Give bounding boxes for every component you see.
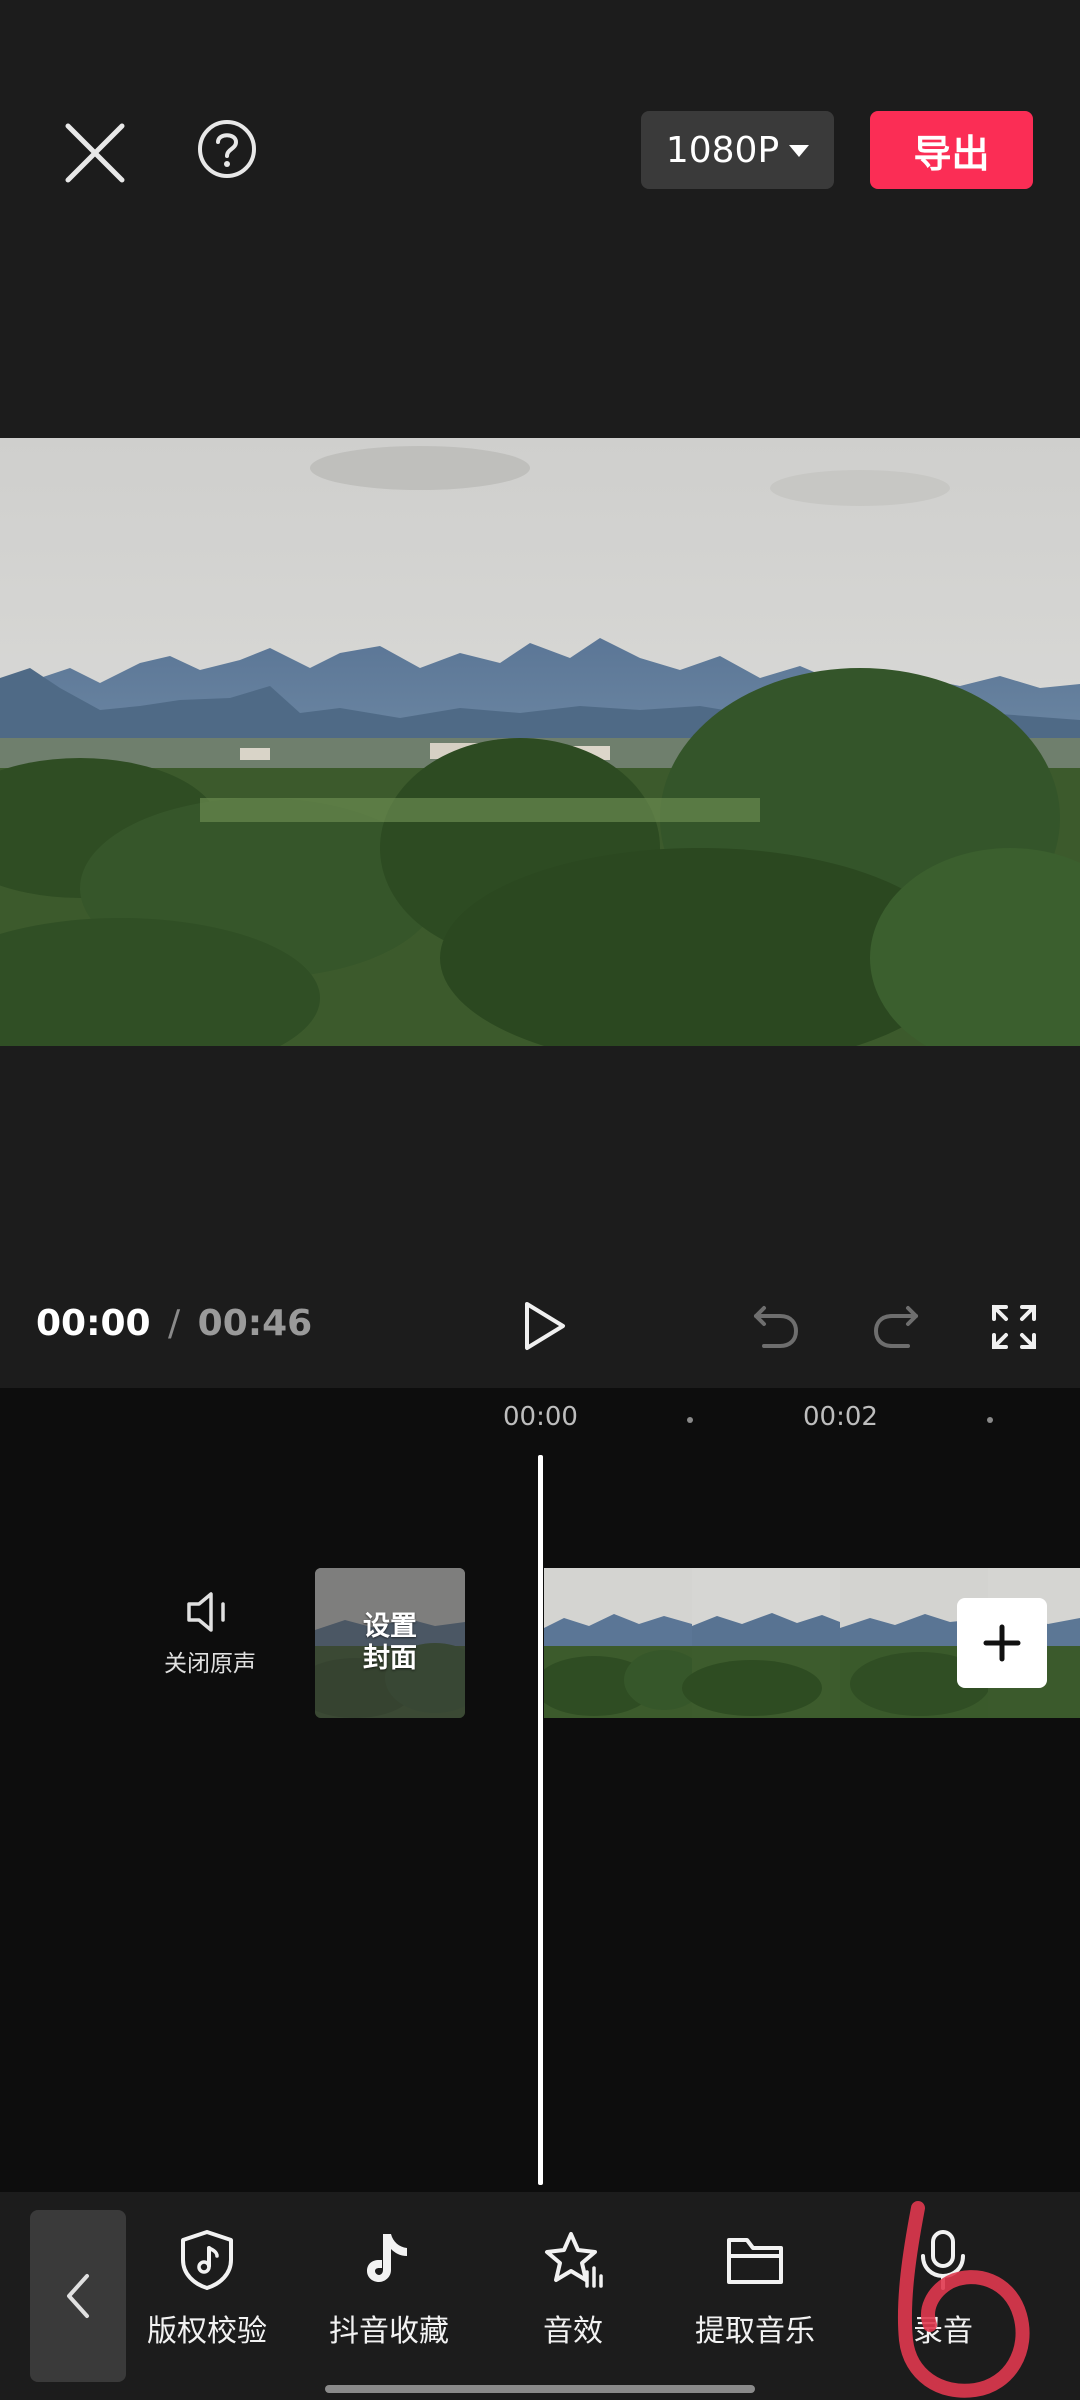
ruler-label: 00:02 bbox=[803, 1402, 878, 1432]
tool-label: 抖音收藏 bbox=[329, 2314, 449, 2349]
fullscreen-icon bbox=[992, 1305, 1036, 1349]
resolution-label: 1080P bbox=[665, 129, 780, 171]
tiktok-icon bbox=[367, 2234, 407, 2282]
close-button[interactable] bbox=[60, 118, 130, 188]
ruler-tick bbox=[987, 1417, 993, 1423]
shield-music-icon bbox=[181, 2230, 233, 2290]
mute-label: 关闭原声 bbox=[164, 1651, 256, 1677]
play-button[interactable] bbox=[515, 1298, 571, 1354]
fullscreen-button[interactable] bbox=[990, 1303, 1038, 1351]
chevron-down-icon bbox=[789, 145, 810, 157]
chevron-left-icon bbox=[67, 2274, 89, 2318]
tool-sound-effects[interactable]: 音效 bbox=[488, 2228, 658, 2368]
play-icon bbox=[525, 1302, 565, 1350]
help-icon bbox=[198, 120, 256, 178]
top-bar bbox=[0, 0, 1080, 438]
tool-label: 录音 bbox=[913, 2314, 973, 2349]
tool-copyright-check[interactable]: 版权校验 bbox=[122, 2228, 292, 2368]
add-clip-button[interactable] bbox=[957, 1598, 1047, 1688]
playhead[interactable] bbox=[538, 1455, 543, 2185]
resolution-dropdown[interactable]: 1080P bbox=[641, 111, 834, 189]
set-cover-button[interactable]: 设置封面 bbox=[315, 1568, 465, 1718]
mute-original-audio-button[interactable]: 关闭原声 bbox=[150, 1590, 270, 1700]
tool-extract-music[interactable]: 提取音乐 bbox=[670, 2228, 840, 2368]
export-button[interactable]: 导出 bbox=[870, 111, 1033, 189]
current-time: 00:00 bbox=[36, 1303, 151, 1344]
ruler-label: 00:00 bbox=[503, 1402, 578, 1432]
star-sound-icon bbox=[545, 2232, 603, 2288]
undo-icon bbox=[754, 1306, 799, 1348]
undo-button[interactable] bbox=[750, 1300, 802, 1352]
video-preview[interactable] bbox=[0, 438, 1080, 1046]
back-button[interactable] bbox=[30, 2210, 126, 2382]
folder-icon bbox=[727, 2238, 783, 2284]
total-time: 00:46 bbox=[197, 1303, 313, 1344]
ruler-tick bbox=[687, 1417, 693, 1423]
tool-label: 提取音乐 bbox=[695, 2314, 815, 2349]
redo-button[interactable] bbox=[870, 1300, 922, 1352]
preview-landscape-image bbox=[0, 438, 1080, 1046]
tool-label: 版权校验 bbox=[147, 2314, 267, 2349]
tool-douyin-favorites[interactable]: 抖音收藏 bbox=[304, 2228, 474, 2368]
tool-label: 音效 bbox=[543, 2314, 603, 2349]
help-button[interactable] bbox=[196, 118, 258, 180]
clip-frame bbox=[544, 1568, 704, 1718]
home-indicator bbox=[325, 2385, 755, 2393]
redo-icon bbox=[873, 1306, 918, 1348]
close-icon bbox=[65, 123, 125, 183]
cover-label: 设置封面 bbox=[363, 1611, 417, 1674]
speaker-icon bbox=[187, 1592, 225, 1632]
timecode: 00:00 / 00:46 bbox=[36, 1303, 312, 1344]
clip-frame bbox=[682, 1568, 840, 1718]
plus-icon bbox=[983, 1624, 1021, 1662]
tool-record-audio[interactable]: 录音 bbox=[858, 2228, 1028, 2368]
microphone-icon bbox=[921, 2230, 965, 2290]
time-separator: / bbox=[168, 1303, 181, 1344]
